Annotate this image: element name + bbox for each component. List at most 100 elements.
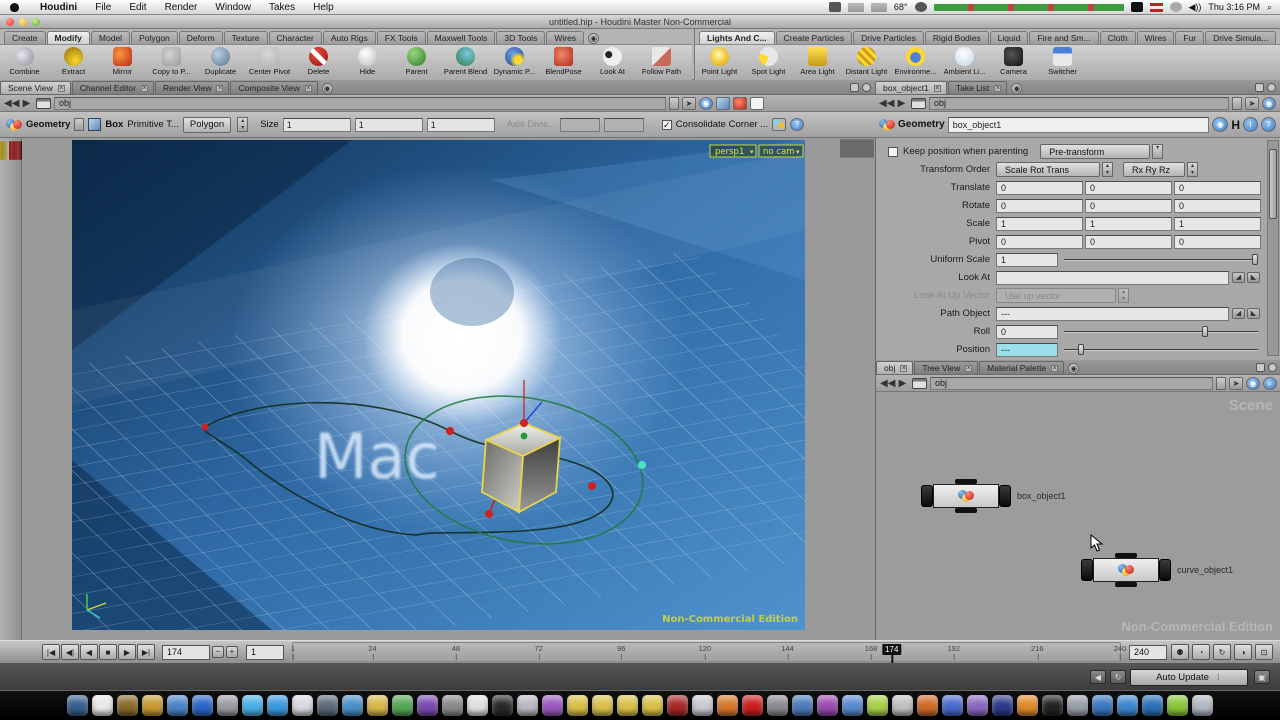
network-node[interactable]: box_object1 xyxy=(921,483,1066,509)
shelf-tool[interactable]: Look At xyxy=(588,45,637,80)
pane-tab[interactable]: Composite View× xyxy=(230,81,317,94)
dock-app-icon[interactable] xyxy=(1017,695,1038,716)
scale-z-field[interactable]: 1 xyxy=(1174,217,1261,231)
node-chooser-icon[interactable]: ◢ xyxy=(1232,272,1245,283)
transport-button[interactable]: ▶| xyxy=(137,644,155,660)
pin-icon[interactable]: ➤ xyxy=(1229,377,1243,390)
pivot-y-field[interactable]: 0 xyxy=(1085,235,1172,249)
pivot-x-field[interactable]: 0 xyxy=(996,235,1083,249)
transport-button[interactable]: ◀ xyxy=(80,644,98,660)
translate-z-field[interactable]: 0 xyxy=(1174,181,1261,195)
menu-extra-icon[interactable] xyxy=(1131,2,1143,12)
menubar-item[interactable]: File xyxy=(86,2,120,13)
operation-dropdown-icon[interactable] xyxy=(74,118,84,131)
translate-x-field[interactable]: 0 xyxy=(996,181,1083,195)
snapshot-frame-icon[interactable] xyxy=(750,97,764,110)
shelf-tool[interactable]: Area Light xyxy=(793,45,842,80)
close-tab-icon[interactable]: × xyxy=(1051,365,1058,372)
shelf-tab[interactable]: Texture xyxy=(224,31,268,44)
shelf-tool[interactable]: Parent xyxy=(392,45,441,80)
transport-button[interactable]: |◀ xyxy=(42,644,60,660)
shelf-tool[interactable]: Parent Blend xyxy=(441,45,490,80)
node-body[interactable] xyxy=(1093,558,1159,582)
pane-tab[interactable]: Channel Editor× xyxy=(72,81,154,94)
dock-app-icon[interactable] xyxy=(392,695,413,716)
nav-back-icon[interactable]: ◀◀ xyxy=(880,378,893,389)
dock-app-icon[interactable] xyxy=(217,695,238,716)
size-y-field[interactable]: 1 xyxy=(355,118,423,132)
pin-icon[interactable]: ➤ xyxy=(1245,97,1259,110)
dock-app-icon[interactable] xyxy=(1192,695,1213,716)
keyframe-options-icon[interactable]: ⚉ xyxy=(1171,644,1189,660)
network-type-icon[interactable] xyxy=(912,378,927,389)
shelf-tab[interactable]: Drive Simula... xyxy=(1205,31,1276,44)
shelf-tool[interactable]: Spot Light xyxy=(744,45,793,80)
menubar-item[interactable]: Help xyxy=(304,2,343,13)
pane-menu-icon[interactable] xyxy=(862,83,871,92)
look-at-field[interactable] xyxy=(996,271,1229,285)
shelf-tab[interactable]: Wires xyxy=(1137,31,1175,44)
pane-tab[interactable]: Material Palette× xyxy=(979,361,1064,374)
shelf-tab[interactable]: FX Tools xyxy=(377,31,426,44)
shelf-tab[interactable]: Fire and Sm... xyxy=(1029,31,1098,44)
shelf-tool[interactable]: Camera xyxy=(989,45,1038,80)
node-chooser-icon[interactable]: ◢ xyxy=(1232,308,1245,319)
close-tab-icon[interactable]: × xyxy=(994,85,1001,92)
dock-app-icon[interactable] xyxy=(117,695,138,716)
playbar-settings-icon[interactable]: ⊡ xyxy=(1255,644,1273,660)
shelf-tool[interactable]: Environme... xyxy=(891,45,940,80)
pane-menu-icon[interactable] xyxy=(1268,363,1277,372)
dock-app-icon[interactable] xyxy=(917,695,938,716)
nav-forward-icon[interactable]: ▶ xyxy=(895,98,908,109)
close-tab-icon[interactable]: × xyxy=(900,365,907,372)
transport-button[interactable]: ◀| xyxy=(61,644,79,660)
uniform-scale-field[interactable]: 1 xyxy=(996,253,1058,267)
memory-usage-icon[interactable]: ▣ xyxy=(1254,670,1270,684)
shelf-tab[interactable]: Wires xyxy=(546,31,584,44)
dock-app-icon[interactable] xyxy=(617,695,638,716)
dock-app-icon[interactable] xyxy=(242,695,263,716)
dock-app-icon[interactable] xyxy=(517,695,538,716)
dock-app-icon[interactable] xyxy=(92,695,113,716)
shelf-tab[interactable]: Maxwell Tools xyxy=(427,31,496,44)
dock-app-icon[interactable] xyxy=(492,695,513,716)
network-type-icon[interactable] xyxy=(36,98,51,109)
apple-menu-icon[interactable] xyxy=(10,3,19,12)
nav-back-icon[interactable]: ◀◀ xyxy=(4,98,17,109)
transport-button[interactable]: ■ xyxy=(99,644,117,660)
bluetooth-icon[interactable] xyxy=(1170,2,1182,12)
frame-increment-button[interactable]: + xyxy=(226,646,238,658)
network-type-icon[interactable] xyxy=(911,98,926,109)
network-canvas[interactable]: Scene Non-Commercial Edition box_object1… xyxy=(876,393,1280,640)
dock-app-icon[interactable] xyxy=(992,695,1013,716)
range-start-field[interactable]: 1 xyxy=(246,645,284,660)
menubar-item[interactable]: Takes xyxy=(260,2,304,13)
shelf-tool[interactable]: Distant Light xyxy=(842,45,891,80)
close-tab-icon[interactable]: × xyxy=(934,85,941,92)
shelf-tab[interactable]: Cloth xyxy=(1100,31,1136,44)
close-tab-icon[interactable]: × xyxy=(965,365,972,372)
help-icon[interactable]: ? xyxy=(1261,117,1276,132)
dock-app-icon[interactable] xyxy=(442,695,463,716)
shelf-tab[interactable]: Drive Particles xyxy=(853,31,924,44)
node-body[interactable] xyxy=(933,484,999,508)
scene-view[interactable]: Mac persp1 ▾ xyxy=(72,140,805,630)
clear-node-icon[interactable]: ◣ xyxy=(1247,308,1260,319)
close-tab-icon[interactable]: × xyxy=(305,85,312,92)
link-icon[interactable]: ◉ xyxy=(1246,377,1260,390)
shelf-tool[interactable]: Ambient Li... xyxy=(940,45,989,80)
maximize-pane-icon[interactable] xyxy=(1256,363,1265,372)
link-icon[interactable]: ◉ xyxy=(1262,97,1276,110)
scene-viewport-pane[interactable]: Mac persp1 ▾ xyxy=(22,138,875,640)
node-flag-right[interactable] xyxy=(1159,559,1171,581)
close-tab-icon[interactable]: × xyxy=(58,85,65,92)
temperature-reading[interactable]: 68° xyxy=(894,2,908,12)
roll-field[interactable]: 0 xyxy=(996,325,1058,339)
rotate-y-field[interactable]: 0 xyxy=(1085,199,1172,213)
dock-app-icon[interactable] xyxy=(692,695,713,716)
shelf-tab[interactable]: Character xyxy=(269,31,322,44)
roll-slider[interactable] xyxy=(1064,325,1258,338)
primitive-type-dropdown[interactable]: Polygon xyxy=(183,117,231,133)
dock-app-icon[interactable] xyxy=(1067,695,1088,716)
shelf-tab[interactable]: Create Particles xyxy=(776,31,852,44)
